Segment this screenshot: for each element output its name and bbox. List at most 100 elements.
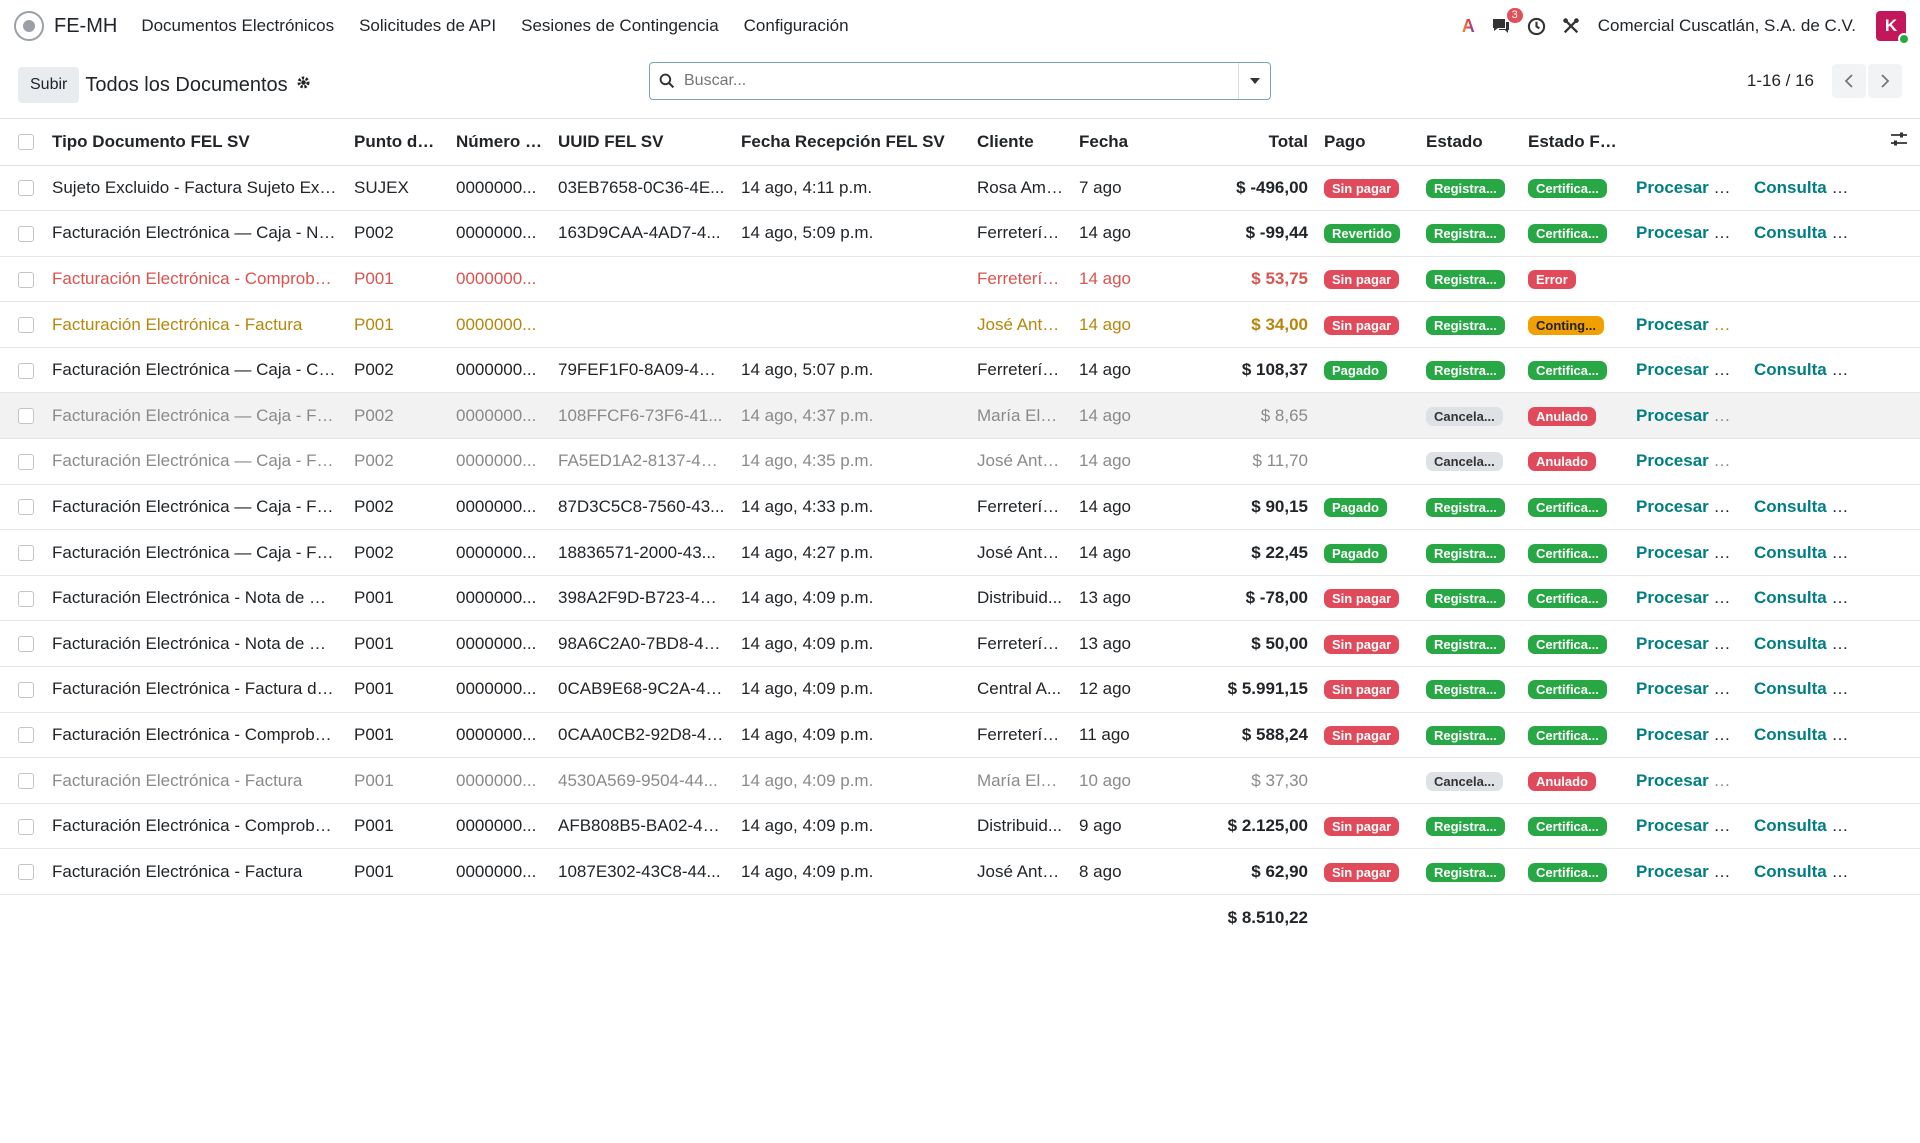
- procesar-fel-button[interactable]: Procesar FEL: [1636, 634, 1746, 653]
- menu-sesiones-contingencia[interactable]: Sesiones de Contingencia: [521, 16, 719, 36]
- consulta-dte-button[interactable]: Consulta DTE: [1754, 634, 1864, 653]
- ai-assistant-icon[interactable]: A: [1462, 16, 1475, 37]
- table-row[interactable]: Facturación Electrónica — Caja - Com... P…: [0, 347, 1920, 394]
- row-checkbox[interactable]: [18, 499, 34, 516]
- table-row[interactable]: Facturación Electrónica - Nota de Cré...…: [0, 575, 1920, 622]
- procesar-fel-button[interactable]: Procesar FEL: [1636, 862, 1746, 881]
- row-checkbox-cell[interactable]: [0, 575, 44, 622]
- row-checkbox-cell[interactable]: [0, 165, 44, 212]
- optional-columns-toggle[interactable]: [1864, 119, 1920, 166]
- row-checkbox[interactable]: [18, 727, 34, 744]
- row-checkbox-cell[interactable]: [0, 666, 44, 713]
- col-uuid[interactable]: UUID FEL SV: [550, 119, 733, 166]
- row-checkbox[interactable]: [18, 362, 34, 379]
- procesar-fel-button[interactable]: Procesar FEL: [1636, 223, 1746, 242]
- menu-documentos-electronicos[interactable]: Documentos Electrónicos: [141, 16, 334, 36]
- row-checkbox[interactable]: [18, 636, 34, 653]
- consulta-dte-button[interactable]: Consulta DTE: [1754, 862, 1864, 881]
- consulta-dte-button[interactable]: Consulta DTE: [1754, 816, 1864, 835]
- row-checkbox[interactable]: [18, 225, 34, 242]
- table-row[interactable]: Facturación Electrónica - Nota de Dé... P…: [0, 620, 1920, 668]
- menu-configuracion[interactable]: Configuración: [744, 16, 849, 36]
- row-checkbox-cell[interactable]: [0, 347, 44, 394]
- col-fecha-recepcion[interactable]: Fecha Recepción FEL SV: [733, 119, 969, 166]
- consulta-dte-button[interactable]: Consulta DTE: [1754, 679, 1864, 698]
- row-checkbox-cell[interactable]: [0, 210, 44, 257]
- col-punto-venta[interactable]: Punto de ...: [346, 119, 448, 166]
- table-row[interactable]: Facturación Electrónica - Factura P001 000…: [0, 301, 1920, 348]
- consulta-dte-button[interactable]: Consulta DTE: [1754, 178, 1864, 197]
- search-input[interactable]: [684, 63, 1238, 99]
- messages-icon[interactable]: 3: [1491, 8, 1523, 35]
- pager-value[interactable]: 1-16 / 16: [1747, 71, 1814, 91]
- col-estado-fel[interactable]: Estado FE...: [1520, 119, 1628, 166]
- procesar-fel-button[interactable]: Procesar FEL: [1636, 406, 1746, 425]
- procesar-fel-button[interactable]: Procesar FEL: [1636, 679, 1746, 698]
- upload-button[interactable]: Subir: [18, 67, 80, 103]
- consulta-dte-button[interactable]: Consulta DTE: [1754, 725, 1864, 744]
- col-numero-documento[interactable]: Número D...: [448, 119, 550, 166]
- row-checkbox[interactable]: [18, 864, 34, 881]
- table-row[interactable]: Facturación Electrónica - Comproban... P0…: [0, 256, 1920, 303]
- consulta-dte-button[interactable]: Consulta DTE: [1754, 497, 1864, 516]
- table-row[interactable]: Facturación Electrónica — Caja - Fact...…: [0, 484, 1920, 531]
- procesar-fel-button[interactable]: Procesar FEL: [1636, 315, 1746, 334]
- table-row[interactable]: Facturación Electrónica - Comproban... P0…: [0, 712, 1920, 759]
- row-checkbox-cell[interactable]: [0, 256, 44, 303]
- table-row[interactable]: Facturación Electrónica — Caja - Fact...…: [0, 438, 1920, 485]
- table-row[interactable]: Facturación Electrónica - Comproban... P0…: [0, 803, 1920, 850]
- tools-icon[interactable]: [1562, 17, 1580, 35]
- consulta-dte-button[interactable]: Consulta DTE: [1754, 223, 1864, 242]
- col-cliente[interactable]: Cliente: [969, 119, 1071, 166]
- row-checkbox-cell[interactable]: [0, 620, 44, 668]
- pager-previous-button[interactable]: [1832, 64, 1866, 98]
- procesar-fel-button[interactable]: Procesar FEL: [1636, 588, 1746, 607]
- row-checkbox-cell[interactable]: [0, 392, 44, 440]
- table-row[interactable]: Facturación Electrónica - Factura P001 000…: [0, 757, 1920, 804]
- gear-icon[interactable]: [296, 75, 311, 95]
- row-checkbox[interactable]: [18, 545, 34, 562]
- consulta-dte-button[interactable]: Consulta DTE: [1754, 543, 1864, 562]
- row-checkbox[interactable]: [18, 818, 34, 835]
- procesar-fel-button[interactable]: Procesar FEL: [1636, 725, 1746, 744]
- app-logo-icon[interactable]: [14, 11, 44, 41]
- table-row[interactable]: Sujeto Excluido - Factura Sujeto Excl...…: [0, 165, 1920, 212]
- company-switcher[interactable]: Comercial Cuscatlán, S.A. de C.V.: [1598, 16, 1856, 36]
- procesar-fel-button[interactable]: Procesar FEL: [1636, 771, 1746, 790]
- row-checkbox[interactable]: [18, 408, 34, 425]
- col-pago[interactable]: Pago: [1316, 119, 1418, 166]
- row-checkbox[interactable]: [18, 453, 34, 470]
- row-checkbox-cell[interactable]: [0, 848, 44, 895]
- select-all-checkbox-cell[interactable]: [0, 119, 44, 166]
- col-estado[interactable]: Estado: [1418, 119, 1520, 166]
- col-total[interactable]: Total: [1183, 119, 1316, 166]
- menu-solicitudes-api[interactable]: Solicitudes de API: [359, 16, 496, 36]
- table-row[interactable]: Facturación Electrónica — Caja - Fact...…: [0, 392, 1920, 440]
- row-checkbox[interactable]: [18, 773, 34, 790]
- consulta-dte-button[interactable]: Consulta DTE: [1754, 588, 1864, 607]
- select-all-checkbox[interactable]: [18, 134, 34, 151]
- row-checkbox-cell[interactable]: [0, 529, 44, 576]
- search-options-toggle[interactable]: [1238, 63, 1270, 99]
- procesar-fel-button[interactable]: Procesar FEL: [1636, 360, 1746, 379]
- row-checkbox[interactable]: [18, 681, 34, 698]
- row-checkbox-cell[interactable]: [0, 484, 44, 531]
- procesar-fel-button[interactable]: Procesar FEL: [1636, 497, 1746, 516]
- row-checkbox-cell[interactable]: [0, 757, 44, 804]
- app-brand[interactable]: FE-MH: [54, 15, 117, 38]
- row-checkbox-cell[interactable]: [0, 712, 44, 759]
- procesar-fel-button[interactable]: Procesar FEL: [1636, 543, 1746, 562]
- user-avatar[interactable]: K: [1876, 11, 1910, 45]
- procesar-fel-button[interactable]: Procesar FEL: [1636, 178, 1746, 197]
- procesar-fel-button[interactable]: Procesar FEL: [1636, 451, 1746, 470]
- row-checkbox[interactable]: [18, 317, 34, 334]
- row-checkbox[interactable]: [18, 590, 34, 607]
- row-checkbox[interactable]: [18, 271, 34, 288]
- col-tipo-documento[interactable]: Tipo Documento FEL SV: [44, 119, 346, 166]
- row-checkbox-cell[interactable]: [0, 803, 44, 850]
- row-checkbox-cell[interactable]: [0, 438, 44, 485]
- procesar-fel-button[interactable]: Procesar FEL: [1636, 816, 1746, 835]
- consulta-dte-button[interactable]: Consulta DTE: [1754, 360, 1864, 379]
- row-checkbox[interactable]: [18, 180, 34, 197]
- table-row[interactable]: Facturación Electrónica — Caja - Fact...…: [0, 529, 1920, 576]
